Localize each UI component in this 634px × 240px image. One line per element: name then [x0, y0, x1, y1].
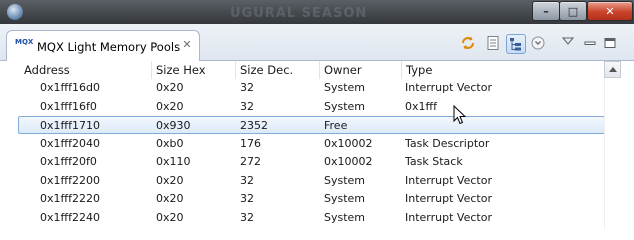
cell-size-dec: 176 [240, 136, 261, 150]
column-header-size-hex[interactable]: Size Hex [152, 61, 236, 79]
cell-owner: System [324, 81, 366, 94]
close-button[interactable]: ✕ [587, 1, 633, 21]
background-title: UGURAL SEASON [230, 6, 368, 21]
cell-owner: 0x10002 [324, 155, 373, 168]
cell-size-hex: 0x20 [156, 81, 184, 94]
cell-size-hex: 0xb0 [156, 136, 184, 150]
cell-size-hex: 0x110 [156, 155, 191, 168]
cell-size-dec: 32 [240, 210, 254, 224]
cell-address: 0x1fff2200 [40, 173, 100, 187]
window-title-bar: UGURAL SEASON – □ ✕ [0, 0, 634, 24]
cell-address: 0x1fff16d0 [40, 81, 100, 94]
cell-size-hex: 0x20 [156, 173, 184, 187]
maximize-button[interactable]: □ [559, 1, 587, 21]
table-row[interactable]: 0x1fff2200 0x20 32 System Interrupt Vector [0, 172, 603, 190]
cell-size-dec: 272 [240, 155, 261, 168]
cell-address: 0x1fff16f0 [40, 99, 97, 113]
cell-owner: System [324, 99, 366, 113]
cell-size-hex: 0x20 [156, 210, 184, 224]
table-row[interactable]: 0x1fff1710 0x930 2352 Free [18, 116, 605, 134]
tab-close-icon[interactable]: ✕ [181, 39, 193, 51]
cell-size-dec: 32 [240, 99, 254, 113]
cell-type: 0x1fff [405, 99, 437, 113]
tab-mqx-light-memory-pools[interactable]: MQX MQX Light Memory Pools ✕ [6, 30, 200, 61]
column-header-address[interactable]: Address [20, 61, 152, 79]
cell-type: Interrupt Vector [405, 81, 492, 94]
cell-owner: Free [324, 119, 348, 132]
mqx-icon: MQX [15, 38, 34, 46]
mouse-cursor-icon [453, 104, 467, 128]
cell-owner: System [324, 192, 366, 205]
scroll-up-arrow-icon[interactable] [604, 61, 621, 78]
table-row[interactable]: 0x1fff16f0 0x20 32 System 0x1fff [0, 98, 603, 116]
table-row[interactable]: 0x1fff2040 0xb0 176 0x10002 Task Descriptor [0, 135, 603, 153]
table-row[interactable]: 0x1fff2220 0x20 32 System Interrupt Vector [0, 190, 603, 208]
cell-size-hex: 0x20 [156, 192, 184, 205]
tab-title: MQX Light Memory Pools [37, 40, 181, 54]
memory-pools-table: Address Size Hex Size Dec. Owner Type 0x… [0, 61, 634, 230]
table-row[interactable]: 0x1fff2240 0x20 32 System Interrupt Vector [0, 209, 603, 227]
view-menu-icon[interactable] [559, 32, 577, 50]
cell-address: 0x1fff1710 [40, 119, 100, 132]
cell-address: 0x1fff2220 [40, 192, 100, 205]
cell-type: Interrupt Vector [405, 210, 492, 224]
column-header-type[interactable]: Type [402, 61, 604, 79]
view-tab-strip: MQX MQX Light Memory Pools ✕ [0, 24, 634, 61]
cell-size-hex: 0x20 [156, 99, 184, 113]
cell-owner: 0x10002 [324, 136, 373, 150]
column-header-size-dec[interactable]: Size Dec. [236, 61, 320, 79]
cell-size-dec: 32 [240, 81, 254, 94]
cell-address: 0x1fff2040 [40, 136, 100, 150]
app-icon [7, 4, 23, 20]
cell-type: Task Stack [405, 155, 463, 168]
minimize-button[interactable]: – [532, 1, 560, 21]
cell-size-dec: 2352 [240, 119, 268, 132]
table-header: Address Size Hex Size Dec. Owner Type [0, 61, 634, 79]
vertical-scrollbar[interactable] [604, 61, 622, 230]
table-row[interactable]: 0x1fff20f0 0x110 272 0x10002 Task Stack [0, 153, 603, 171]
table-row[interactable]: 0x1fff16d0 0x20 32 System Interrupt Vector [0, 79, 603, 97]
refresh-icon[interactable] [459, 34, 477, 52]
cell-address: 0x1fff2240 [40, 210, 100, 224]
cell-size-dec: 32 [240, 173, 254, 187]
navigate-icon[interactable] [529, 34, 547, 52]
cell-size-hex: 0x930 [156, 119, 191, 132]
cell-owner: System [324, 210, 366, 224]
document-icon[interactable] [484, 34, 502, 52]
tree-layout-icon[interactable] [506, 34, 526, 54]
view-maximize-icon[interactable] [601, 34, 619, 52]
cell-type: Interrupt Vector [405, 192, 492, 205]
view-minimize-icon[interactable] [581, 34, 599, 52]
cell-owner: System [324, 173, 366, 187]
cell-type: Task Descriptor [405, 136, 490, 150]
cell-size-dec: 32 [240, 192, 254, 205]
cell-type: Interrupt Vector [405, 173, 492, 187]
column-header-owner[interactable]: Owner [320, 61, 402, 79]
cell-address: 0x1fff20f0 [40, 155, 97, 168]
